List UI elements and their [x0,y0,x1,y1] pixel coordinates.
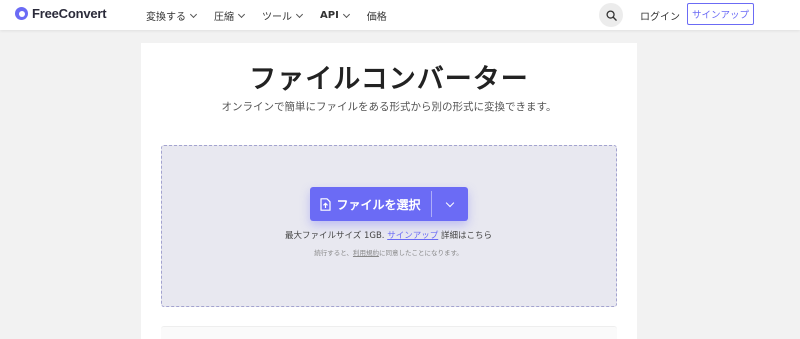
choose-file-label: ファイルを選択 [336,197,421,212]
nav-item-pricing[interactable]: 価格 [367,8,387,23]
max-size-prefix: 最大ファイルサイズ 1GB. [285,231,385,241]
file-dropzone[interactable]: ファイルを選択 最大ファイルサイズ 1GB. サインアップ 詳細はこちら 続行す… [161,145,617,307]
logo-icon [15,7,28,20]
page-title: ファイルコンバーター [249,64,529,95]
signup-link[interactable]: サインアップ [387,231,438,241]
nav-item-tools[interactable]: ツール [262,8,304,23]
nav-item-label: 価格 [366,12,387,23]
signup-button[interactable]: サインアップ [687,3,754,25]
max-file-size-text: 最大ファイルサイズ 1GB. サインアップ 詳細はこちら [162,229,615,241]
main-nav: 変換する 圧縮 ツール API 価格 [146,8,405,23]
choose-file-button-group: ファイルを選択 [310,187,468,221]
search-button[interactable] [599,3,623,27]
chevron-down-icon [237,10,246,18]
page-subtitle: オンラインで簡単にファイルをある形式から別の形式に変換できます。 [221,101,557,113]
logo[interactable]: FreeConvert [15,6,107,21]
nav-item-label: ツール [262,12,292,23]
file-upload-icon [320,197,332,211]
next-section-edge [161,326,617,339]
chevron-down-icon [295,10,304,18]
search-icon [605,9,617,21]
main-card: ファイルコンバーター オンラインで簡単にファイルをある形式から別の形式に変換でき… [141,43,637,339]
nav-item-label: 圧縮 [214,12,234,23]
terms-prefix: 続行すると、 [314,249,353,257]
nav-item-compress[interactable]: 圧縮 [214,8,246,23]
terms-link[interactable]: 利用規約 [353,249,379,257]
nav-item-label: 変換する [146,12,186,23]
terms-suffix: に同意したことになります。 [378,249,463,257]
chevron-down-icon [189,10,198,18]
login-link[interactable]: ログイン [640,8,680,23]
max-size-suffix: 詳細はこちら [440,231,492,241]
choose-file-button[interactable]: ファイルを選択 [310,187,431,221]
top-navigation-bar: FreeConvert 変換する 圧縮 ツール API 価格 ログイン サインア… [0,0,800,30]
choose-source-dropdown[interactable] [432,187,468,221]
nav-item-label: API [320,10,339,21]
logo-text: FreeConvert [32,6,107,21]
chevron-down-icon [445,198,455,207]
chevron-down-icon [342,10,350,18]
nav-item-convert[interactable]: 変換する [146,8,198,23]
nav-item-api[interactable]: API [320,8,350,23]
terms-notice: 続行すると、利用規約に同意したことになります。 [162,247,615,257]
